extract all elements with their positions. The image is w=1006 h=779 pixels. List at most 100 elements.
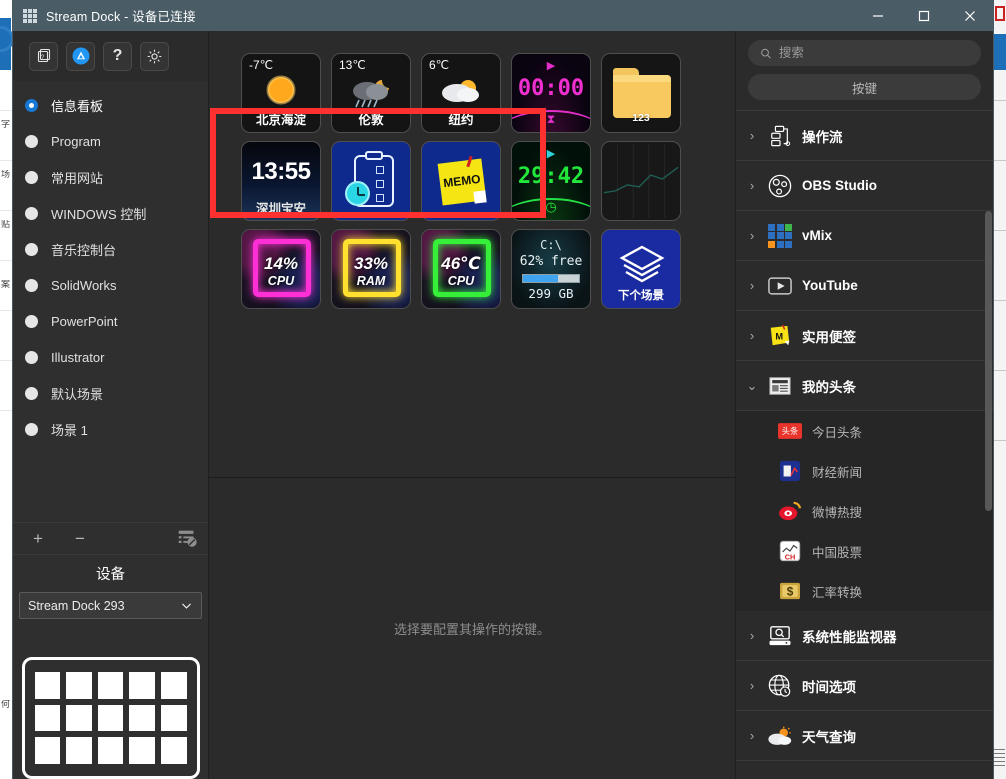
key-monitor-ram[interactable]: 33% RAM	[331, 229, 411, 309]
profile-radio	[25, 314, 38, 328]
profile-item-3[interactable]: WINDOWS 控制	[13, 195, 208, 231]
key-timer-magenta[interactable]: ▶ 00:00 ⧗	[511, 53, 591, 133]
plugin-child-china-stock[interactable]: CH 中国股票	[736, 531, 993, 571]
profile-item-1[interactable]: Program	[13, 123, 208, 159]
sticky-note-icon: M	[767, 323, 793, 349]
key-monitor-label: RAM	[356, 274, 386, 288]
key-clock-shenzhen[interactable]: 13:55 深圳宝安	[241, 141, 321, 221]
profile-item-2[interactable]: 常用网站	[13, 159, 208, 195]
plugin-label: 实用便签	[802, 329, 856, 345]
plugin-child-toutiao[interactable]: 头条 今日头条	[736, 411, 993, 451]
plugin-item-sticky-notes[interactable]: › M 实用便签	[736, 311, 993, 361]
plugin-item-time-options[interactable]: › 时间选项	[736, 661, 993, 711]
profile-item-8[interactable]: 默认场景	[13, 375, 208, 411]
help-button[interactable]: ?	[103, 41, 132, 71]
settings-button[interactable]	[140, 41, 169, 71]
key-row-0: -7℃ 北京海淀 13℃ 伦敦 6℃ 纽约 ▶ 00:00 ⧗ 123	[241, 53, 709, 133]
plugin-item-weather[interactable]: › 天气查询	[736, 711, 993, 761]
plugin-item-youtube[interactable]: › YouTube	[736, 261, 993, 311]
play-icon: ▶	[546, 60, 556, 72]
key-row-2: 14% CPU 33% RAM 46℃ CPU C:\ 62% free 299…	[241, 229, 709, 309]
stream-dock-window: Stream Dock - 设备已连接 ? ? 信息看板 Program 常用网…	[12, 0, 994, 779]
device-select[interactable]: Stream Dock 293	[19, 592, 202, 619]
plugin-child-currency-exchange[interactable]: $ 汇率转换	[736, 571, 993, 611]
key-disk-drive: C:\	[540, 238, 562, 252]
background-blue-box	[994, 34, 1006, 70]
plugin-item-obs-studio[interactable]: › OBS Studio	[736, 161, 993, 211]
profile-item-9[interactable]: 场景 1	[13, 411, 208, 447]
profile-label: Program	[51, 133, 101, 149]
profile-label: WINDOWS 控制	[51, 206, 147, 222]
chevron-down-icon: ⌄	[746, 377, 758, 393]
close-button[interactable]	[947, 0, 993, 31]
finance-news-icon	[777, 458, 803, 484]
plugin-child-label: 汇率转换	[812, 585, 863, 600]
profile-label: PowerPoint	[51, 313, 118, 329]
profile-radio	[25, 206, 38, 220]
plugin-item-workflow[interactable]: › 操作流	[736, 111, 993, 161]
key-folder-123[interactable]: 123	[601, 53, 681, 133]
key-disk-usage[interactable]: C:\ 62% free 299 GB	[511, 229, 591, 309]
store-button[interactable]	[66, 41, 95, 71]
monitor-search-icon	[767, 623, 793, 649]
key-monitor-cpu-usage[interactable]: 14% CPU	[241, 229, 321, 309]
right-panel-header: 按键	[736, 31, 993, 110]
plugin-child-weibo[interactable]: 微博热搜	[736, 491, 993, 531]
key-tab[interactable]: 按键	[748, 74, 981, 100]
key-city: 伦敦	[358, 113, 384, 127]
obs-icon	[767, 173, 793, 199]
profile-item-0[interactable]: 信息看板	[13, 87, 208, 123]
right-panel-scrollbar[interactable]	[985, 211, 992, 511]
profile-item-5[interactable]: SolidWorks	[13, 267, 208, 303]
key-memo[interactable]: MEMO	[421, 141, 501, 221]
plugin-item-system-monitor[interactable]: › 系统性能监视器	[736, 611, 993, 661]
profile-item-6[interactable]: PowerPoint	[13, 303, 208, 339]
key-temp: 6℃	[429, 58, 450, 72]
profile-radio	[25, 98, 38, 112]
key-clock-time: 13:55	[251, 158, 311, 185]
profile-radio	[25, 350, 38, 364]
stopwatch-icon: ◷	[545, 199, 557, 214]
plugin-label: vMix	[802, 228, 833, 243]
play-icon: ▶	[546, 148, 556, 160]
key-temp: 13℃	[339, 58, 366, 72]
key-weather-newyork[interactable]: 6℃ 纽约	[421, 53, 501, 133]
search-input[interactable]	[778, 46, 969, 60]
plugin-children-my-headlines: 头条 今日头条 财经新闻 微博热搜 CH 中国股票 $ 汇率转换	[736, 411, 993, 611]
key-weather-london[interactable]: 13℃ 伦敦	[331, 53, 411, 133]
chevron-right-icon: ›	[749, 728, 755, 743]
key-monitor-cpu-temp[interactable]: 46℃ CPU	[421, 229, 501, 309]
plugin-child-label: 中国股票	[812, 545, 863, 560]
line-chart-icon	[603, 143, 679, 219]
device-key-preview[interactable]	[21, 657, 200, 779]
profile-item-7[interactable]: Illustrator	[13, 339, 208, 375]
key-todo[interactable]	[331, 141, 411, 221]
plugin-child-finance-news[interactable]: 财经新闻	[736, 451, 993, 491]
profile-radio	[25, 242, 38, 256]
maximize-button[interactable]	[901, 0, 947, 31]
currency-exchange-icon: $	[777, 578, 803, 604]
minimize-button[interactable]	[855, 0, 901, 31]
profile-item-4[interactable]: 音乐控制台	[13, 231, 208, 267]
search-box[interactable]	[748, 40, 981, 66]
profiles-copy-button[interactable]: ?	[29, 41, 58, 71]
plugin-label: 操作流	[802, 129, 843, 145]
remove-profile-button[interactable]: −	[67, 526, 93, 552]
plugin-label: 时间选项	[802, 679, 856, 695]
key-row-1: 13:55 深圳宝安 MEMO ▶ 29:42 ◷	[241, 141, 709, 221]
device-section: 设备 Stream Dock 293	[13, 554, 208, 779]
plugin-item-my-headlines[interactable]: ⌄ 我的头条	[736, 361, 993, 411]
profile-label: SolidWorks	[51, 277, 117, 293]
plugin-child-label: 微博热搜	[812, 505, 863, 520]
key-chart[interactable]	[601, 141, 681, 221]
manage-profiles-button[interactable]	[176, 527, 198, 554]
key-temp: -7℃	[249, 58, 274, 72]
key-config-hint: 选择要配置其操作的按键。	[209, 478, 735, 779]
key-timer-green[interactable]: ▶ 29:42 ◷	[511, 141, 591, 221]
china-stock-icon: CH	[777, 538, 803, 564]
key-next-scene[interactable]: 下个场景	[601, 229, 681, 309]
svg-text:头条: 头条	[782, 426, 799, 436]
add-profile-button[interactable]: +	[25, 526, 51, 552]
key-weather-beijing[interactable]: -7℃ 北京海淀	[241, 53, 321, 133]
plugin-item-vmix[interactable]: › vMix	[736, 211, 993, 261]
